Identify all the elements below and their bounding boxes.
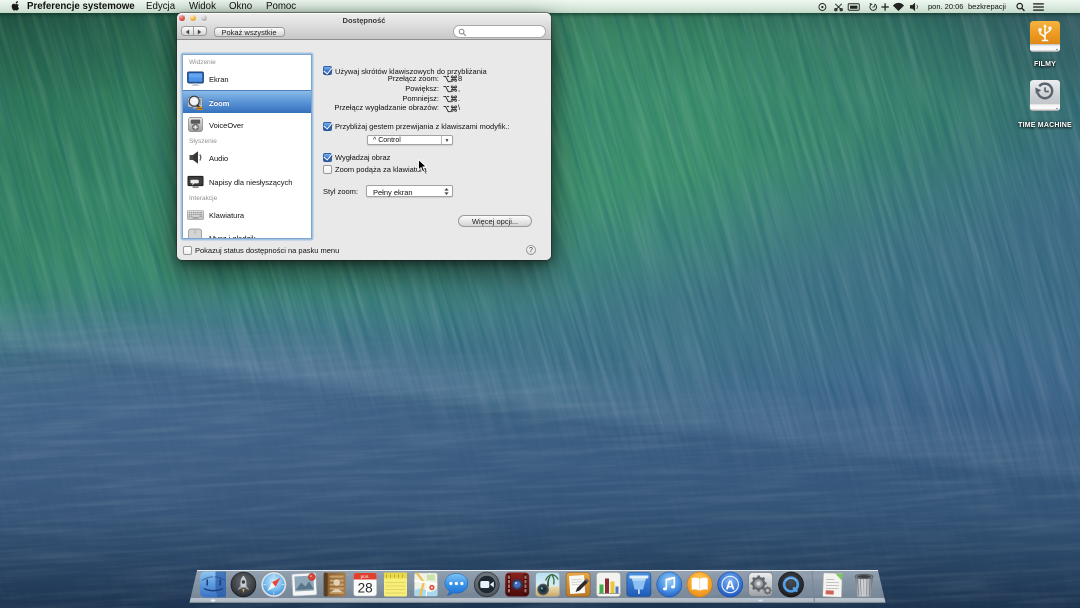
svg-text:A: A	[726, 578, 736, 593]
svg-text:pon.: pon.	[361, 574, 370, 579]
svg-text:28: 28	[358, 581, 373, 596]
